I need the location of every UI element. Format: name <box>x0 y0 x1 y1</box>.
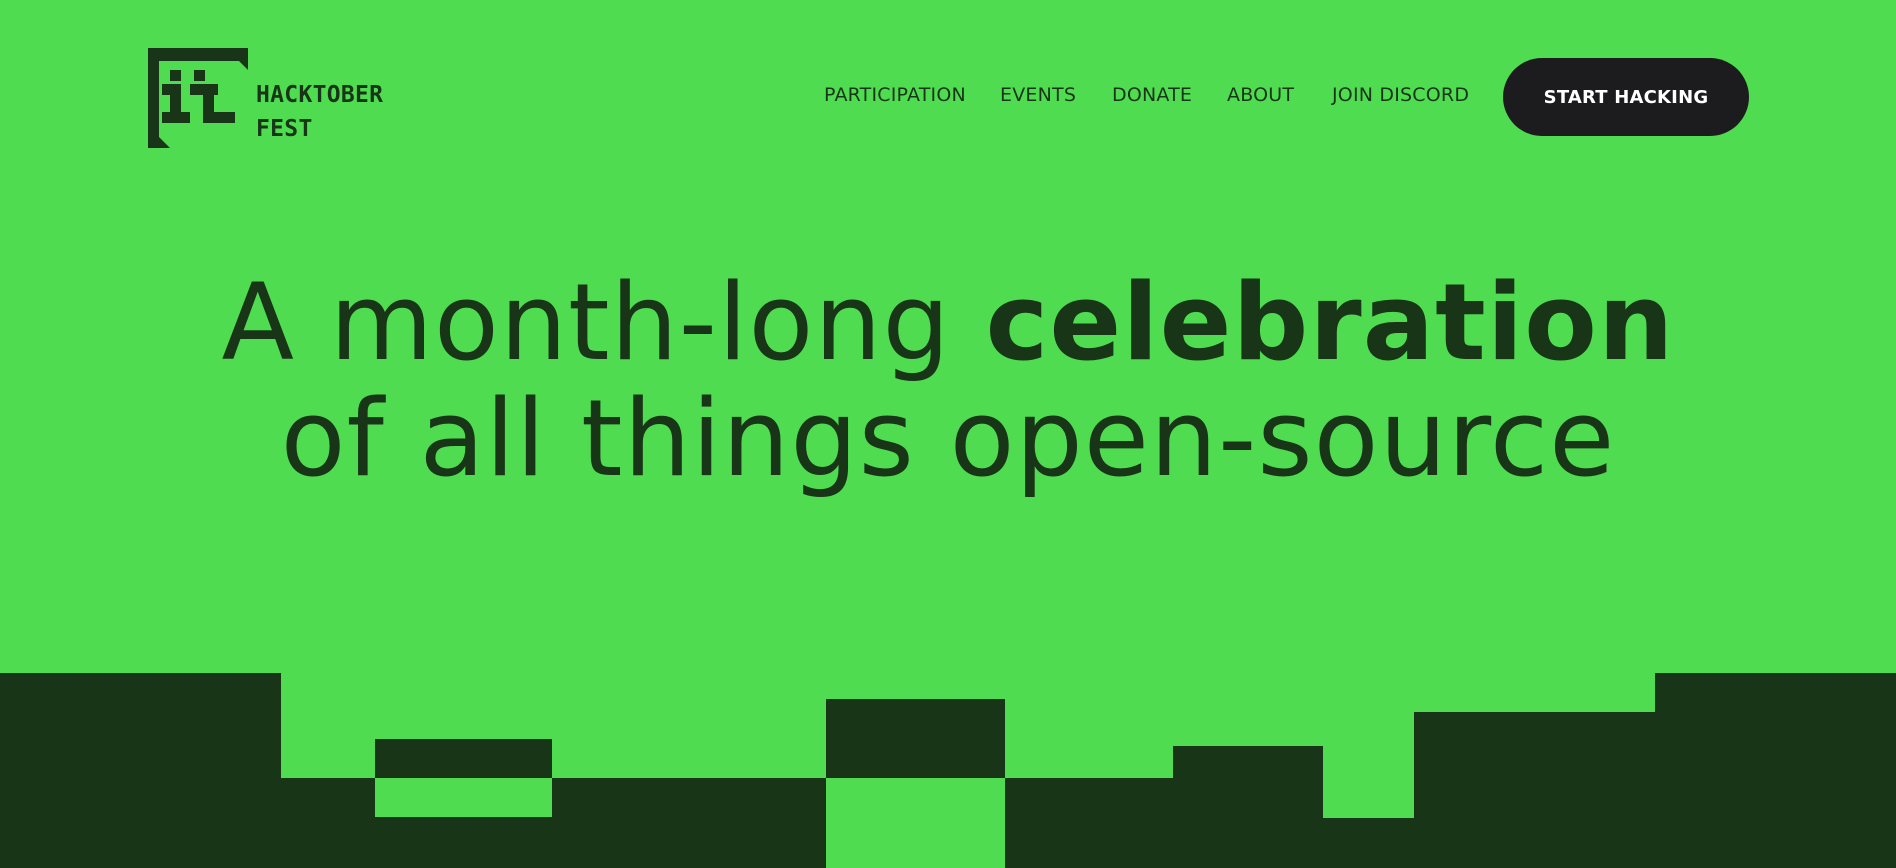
pixel-blocks-decoration <box>0 673 1896 868</box>
